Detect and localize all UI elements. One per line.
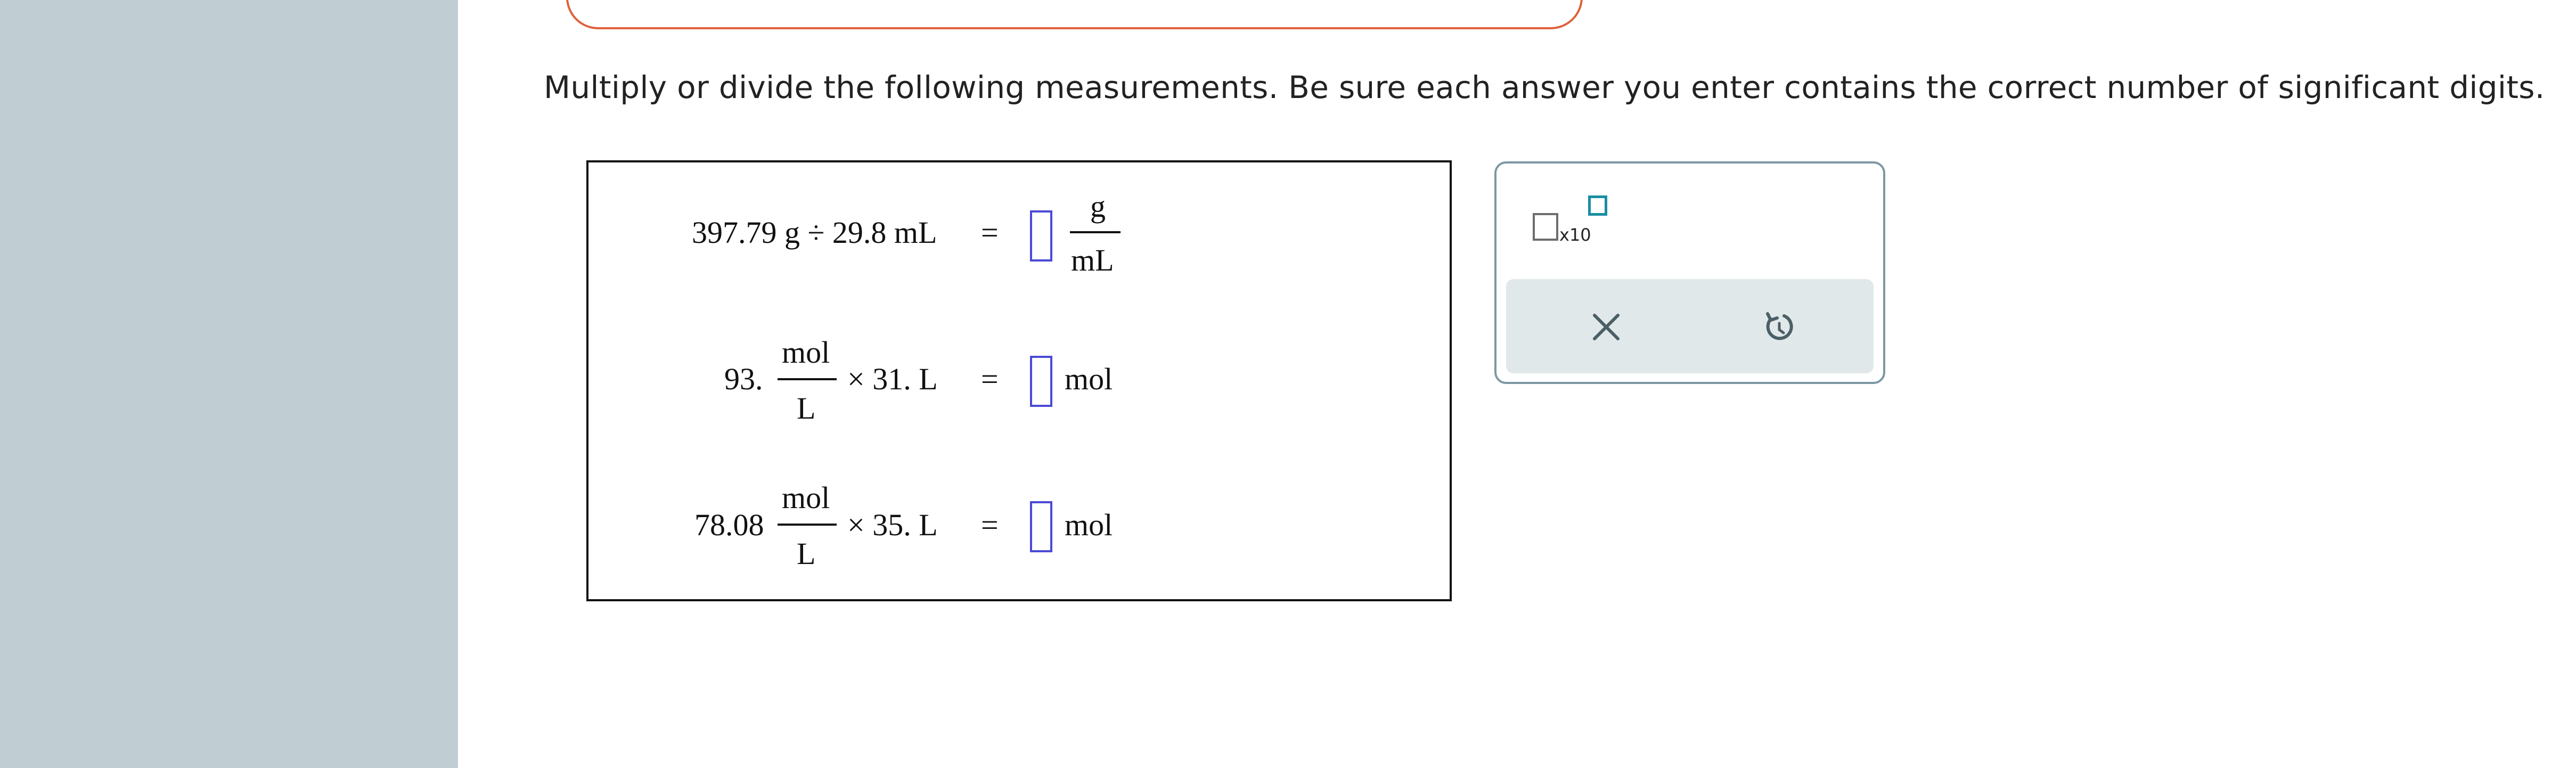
problem-2-unit: mol <box>1065 362 1113 396</box>
problem-1-unit-fraction-bar <box>1070 231 1121 233</box>
previous-panel-border <box>566 0 1583 29</box>
problem-3-equals: = <box>981 508 999 542</box>
problem-1-unit-denominator: mL <box>1071 243 1114 277</box>
undo-icon <box>1766 312 1793 340</box>
problem-box: 397.79 g ÷ 29.8 mL = g mL 93. mol L × 31… <box>586 160 1452 601</box>
instructions-text: Multiply or divide the following measure… <box>544 69 2545 105</box>
problem-3-fraction-numerator: mol <box>782 480 830 515</box>
clear-button[interactable] <box>1580 300 1633 354</box>
problem-2-coefficient: 93. <box>724 362 763 396</box>
undo-button[interactable] <box>1752 300 1805 354</box>
problem-2-fraction-denominator: L <box>797 391 816 426</box>
problem-1-equals: = <box>981 215 999 250</box>
problem-3-fraction-bar <box>778 524 837 526</box>
sci-notation-label: x10 <box>1559 225 1591 245</box>
problem-2-answer-input[interactable] <box>1030 356 1052 407</box>
problem-3-answer-input[interactable] <box>1030 501 1052 552</box>
sci-base-box-icon <box>1533 213 1558 241</box>
problem-3-fraction-denominator: L <box>797 536 816 571</box>
problem-1-answer-input[interactable] <box>1030 210 1052 262</box>
problem-3-coefficient: 78.08 <box>694 508 764 542</box>
problem-3-unit: mol <box>1065 508 1113 542</box>
scientific-notation-button[interactable]: x10 <box>1528 195 1607 249</box>
problem-2-equals: = <box>981 362 999 396</box>
problem-1-expression: 397.79 g ÷ 29.8 mL <box>692 215 937 250</box>
tool-action-bar <box>1506 279 1874 373</box>
problem-3-multiplier: × 35. L <box>847 508 938 542</box>
close-icon <box>1593 314 1620 340</box>
answer-tools-panel: x10 <box>1494 161 1885 384</box>
left-sidebar <box>0 0 458 768</box>
sci-exponent-box-icon <box>1588 195 1607 216</box>
problem-2-fraction-numerator: mol <box>782 335 830 370</box>
problem-1-unit-numerator: g <box>1090 189 1106 224</box>
problem-2-multiplier: × 31. L <box>847 362 938 396</box>
problem-2-fraction-bar <box>778 378 837 380</box>
